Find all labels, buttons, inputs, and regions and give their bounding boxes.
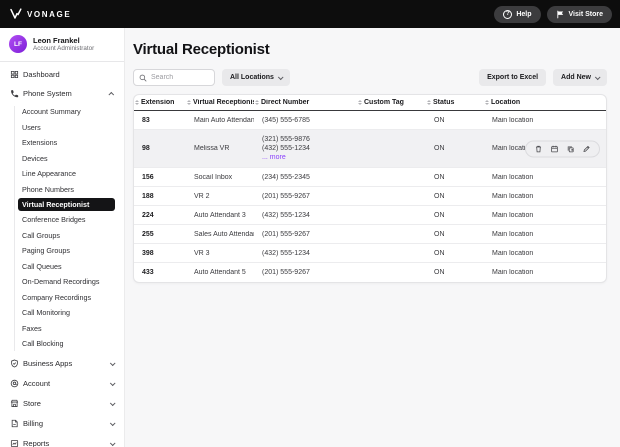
account-icon [9, 379, 19, 389]
delete-icon[interactable] [534, 144, 543, 153]
sidebar-item-users[interactable]: Users [0, 120, 124, 136]
sidebar-item-call-groups[interactable]: Call Groups [0, 228, 124, 244]
sidebar-item-extensions[interactable]: Extensions [0, 135, 124, 151]
page-title: Virtual Receptionist [133, 41, 607, 58]
table-row[interactable]: 398 VR 3 (432) 555-1234 ON Main location [134, 244, 606, 263]
user-profile[interactable]: LF Leon Frankel Account Administrator [0, 35, 124, 62]
edit-icon[interactable] [582, 144, 591, 153]
vonage-logo[interactable]: VONAGE [10, 8, 71, 20]
sidebar-item-dashboard[interactable]: Dashboard [0, 65, 124, 84]
column-header-status[interactable]: Status [426, 99, 484, 106]
search-input-wrapper [133, 69, 215, 86]
calendar-icon[interactable] [550, 144, 559, 153]
search-icon [139, 74, 147, 82]
direct-number-cell: (321) 555-9876 (432) 555-1234 ... more [254, 135, 357, 162]
copy-icon[interactable] [566, 144, 575, 153]
chevron-down-icon [110, 400, 116, 406]
table-row[interactable]: 188 VR 2 (201) 555-9267 ON Main location [134, 187, 606, 206]
row-actions-toolbar [525, 140, 600, 157]
column-header-location[interactable]: Location [484, 99, 606, 106]
main-content: Virtual Receptionist All Locations Expor… [125, 28, 620, 447]
sort-icon [358, 100, 362, 105]
sidebar-item-business-apps[interactable]: Business Apps [0, 354, 124, 374]
chevron-down-icon [110, 360, 116, 366]
phone-system-submenu: Account Summary Users Extensions Devices… [0, 103, 124, 354]
chevron-down-icon [110, 420, 116, 426]
sidebar-item-label: Dashboard [23, 70, 60, 79]
table-row-hovered[interactable]: 98 Melissa VR (321) 555-9876 (432) 555-1… [134, 130, 606, 168]
export-to-excel-button[interactable]: Export to Excel [479, 69, 546, 86]
sidebar-item-call-queues[interactable]: Call Queues [0, 259, 124, 275]
user-role: Account Administrator [33, 45, 94, 53]
sidebar-item-paging-groups[interactable]: Paging Groups [0, 243, 124, 259]
help-button[interactable]: ? Help [494, 6, 540, 23]
sidebar-item-devices[interactable]: Devices [0, 151, 124, 167]
table-row[interactable]: 433 Auto Attendant 5 (201) 555-9267 ON M… [134, 263, 606, 282]
sort-icon [135, 100, 139, 105]
sort-icon [485, 100, 489, 105]
sort-icon [187, 100, 191, 105]
sort-icon [427, 100, 431, 105]
sidebar-item-label: Phone System [23, 89, 72, 98]
sidebar-item-account[interactable]: Account [0, 374, 124, 394]
locations-filter-dropdown[interactable]: All Locations [222, 69, 290, 86]
column-header-name[interactable]: Virtual Receptionist Na... [186, 99, 254, 106]
sidebar-item-call-monitoring[interactable]: Call Monitoring [0, 305, 124, 321]
column-header-custom-tag[interactable]: Custom Tag [357, 99, 426, 106]
sidebar-item-phone-system[interactable]: Phone System [0, 84, 124, 103]
chevron-up-icon [108, 91, 114, 97]
billing-icon [9, 419, 19, 429]
user-name: Leon Frankel [33, 36, 94, 45]
business-apps-icon [9, 359, 19, 369]
sidebar-item-company-recordings[interactable]: Company Recordings [0, 290, 124, 306]
receptionist-table: Extension Virtual Receptionist Na... Dir… [133, 94, 607, 283]
sidebar-item-store[interactable]: Store [0, 394, 124, 414]
sidebar-item-line-appearance[interactable]: Line Appearance [0, 166, 124, 182]
table-header-row: Extension Virtual Receptionist Na... Dir… [134, 95, 606, 111]
table-row[interactable]: 224 Auto Attendant 3 (432) 555-1234 ON M… [134, 206, 606, 225]
sidebar-item-reports[interactable]: Reports [0, 434, 124, 447]
column-header-direct-number[interactable]: Direct Number [254, 99, 357, 106]
sidebar-item-phone-numbers[interactable]: Phone Numbers [0, 182, 124, 198]
brand-name: VONAGE [27, 10, 71, 19]
sidebar-item-call-blocking[interactable]: Call Blocking [0, 336, 124, 352]
chevron-down-icon [278, 74, 284, 80]
topbar-actions: ? Help Visit Store [494, 6, 612, 23]
phone-icon [9, 89, 19, 99]
sidebar-item-faxes[interactable]: Faxes [0, 321, 124, 337]
chevron-down-icon [110, 440, 116, 446]
topbar: VONAGE ? Help Visit Store [0, 0, 620, 28]
vonage-v-icon [10, 8, 22, 20]
visit-store-icon [556, 10, 565, 19]
visit-store-button[interactable]: Visit Store [547, 6, 613, 23]
sidebar-nav: Dashboard Phone System Account Summary U… [0, 62, 124, 447]
more-link[interactable]: ... more [262, 153, 357, 162]
toolbar: All Locations Export to Excel Add New [133, 69, 607, 86]
column-header-extension[interactable]: Extension [134, 99, 186, 106]
avatar: LF [9, 35, 27, 53]
table-row[interactable]: 156 Socail Inbox (234) 555-2345 ON Main … [134, 168, 606, 187]
sidebar-item-account-summary[interactable]: Account Summary [0, 104, 124, 120]
chevron-down-icon [110, 380, 116, 386]
reports-icon [9, 439, 19, 447]
help-label: Help [516, 11, 531, 18]
visit-store-label: Visit Store [569, 11, 604, 18]
sidebar-item-conference-bridges[interactable]: Conference Bridges [0, 212, 124, 228]
add-new-dropdown[interactable]: Add New [553, 69, 607, 86]
store-icon [9, 399, 19, 409]
sidebar: LF Leon Frankel Account Administrator Da… [0, 28, 125, 447]
dashboard-icon [9, 70, 19, 80]
chevron-down-icon [595, 74, 601, 80]
sort-icon [255, 100, 259, 105]
search-input[interactable] [151, 74, 209, 81]
table-row[interactable]: 83 Main Auto Attendant (345) 555-6785 ON… [134, 111, 606, 130]
sidebar-item-billing[interactable]: Billing [0, 414, 124, 434]
sidebar-item-virtual-receptionist[interactable]: Virtual Receptionist [18, 198, 115, 211]
help-icon: ? [503, 10, 512, 19]
sidebar-item-on-demand-recordings[interactable]: On-Demand Recordings [0, 274, 124, 290]
table-row[interactable]: 255 Sales Auto Attendant (201) 555-9267 … [134, 225, 606, 244]
